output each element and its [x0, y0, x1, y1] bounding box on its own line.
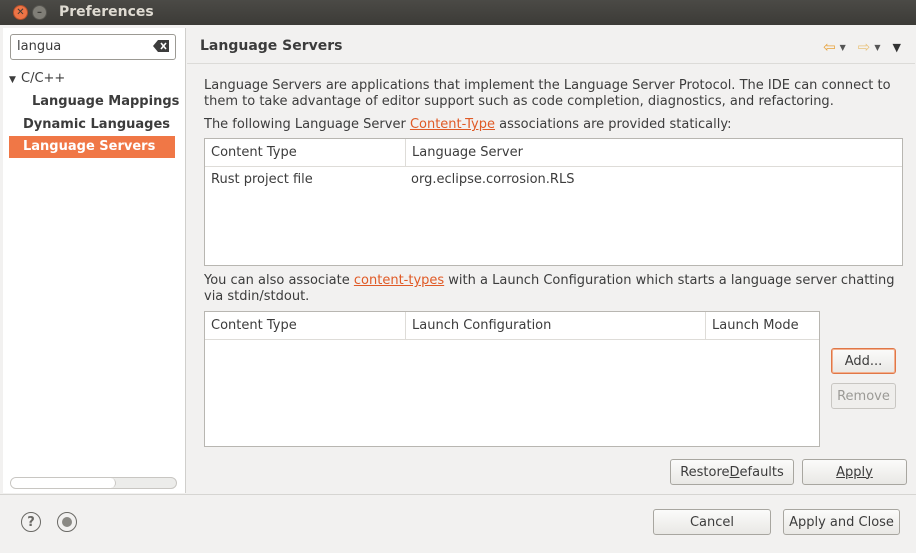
- static-associations-table[interactable]: Content Type Language Server Rust projec…: [204, 138, 903, 266]
- close-window-button[interactable]: ✕: [13, 5, 28, 20]
- content-types-link[interactable]: content-types: [354, 273, 444, 288]
- cell-content-type: Rust project file: [211, 172, 313, 187]
- intro-text-line-1: Language Servers are applications that i…: [204, 78, 891, 93]
- column-header-content-type[interactable]: Content Type: [205, 139, 406, 167]
- minimize-window-button[interactable]: –: [32, 5, 47, 20]
- launch-configurations-table[interactable]: Content Type Launch Configuration Launch…: [204, 311, 820, 447]
- table-header: Content Type Launch Configuration Launch…: [205, 312, 819, 340]
- launch-suffix: with a Launch Configuration which starts…: [444, 273, 895, 288]
- intro-text-line-2: them to take advantage of editor support…: [204, 94, 834, 109]
- footer-separator: [0, 494, 916, 495]
- window-titlebar: ✕ – Preferences: [0, 0, 916, 25]
- column-header-launch-mode[interactable]: Launch Mode: [706, 312, 820, 340]
- page-title: Language Servers: [200, 38, 343, 54]
- view-menu-icon[interactable]: ▼: [893, 41, 901, 54]
- back-history-dropdown-icon[interactable]: ▼: [840, 43, 846, 52]
- tree-horizontal-scrollbar[interactable]: [10, 477, 177, 489]
- cancel-button[interactable]: Cancel: [653, 509, 771, 535]
- expand-triangle-icon[interactable]: ▼: [9, 69, 21, 91]
- content-type-link[interactable]: Content-Type: [410, 117, 495, 132]
- cell-language-server: org.eclipse.corrosion.RLS: [411, 172, 575, 187]
- tree-item-language-mappings[interactable]: Language Mappings: [32, 91, 179, 113]
- tree-item-c-cpp[interactable]: ▼ C/C++: [9, 68, 179, 90]
- static-associations-text: The following Language Server Content-Ty…: [204, 117, 732, 134]
- apply-button[interactable]: Apply: [802, 459, 907, 485]
- launch-prefix: You can also associate: [204, 273, 354, 288]
- tree-item-label: Dynamic Languages: [23, 117, 171, 132]
- window-title: Preferences: [59, 4, 154, 20]
- filter-input[interactable]: langua: [10, 34, 176, 60]
- remove-button[interactable]: Remove: [831, 383, 896, 409]
- static-prefix: The following Language Server: [204, 117, 410, 132]
- restore-label-mnemonic: D: [729, 464, 740, 480]
- tree-item-label: C/C++: [21, 71, 66, 86]
- tree-item-label: Language Mappings: [32, 94, 180, 109]
- page-navigation: ⇦ ▼ ⇨ ▼ ▼: [823, 38, 901, 56]
- tree-item-dynamic-languages[interactable]: Dynamic Languages: [23, 114, 170, 136]
- record-dot: [62, 517, 72, 527]
- tree-item-language-servers[interactable]: Language Servers: [9, 136, 175, 158]
- launch-associations-text-line-2: via stdin/stdout.: [204, 289, 310, 304]
- page-header: Language Servers ⇦ ▼ ⇨ ▼ ▼: [187, 28, 915, 64]
- column-header-launch-configuration[interactable]: Launch Configuration: [406, 312, 706, 340]
- table-header: Content Type Language Server: [205, 139, 902, 167]
- apply-label: Apply: [836, 464, 873, 480]
- back-arrow-icon[interactable]: ⇦: [823, 38, 836, 56]
- restore-defaults-button[interactable]: Restore Defaults: [670, 459, 794, 485]
- static-suffix: associations are provided statically:: [495, 117, 732, 132]
- restore-label-pre: Restore: [680, 464, 730, 480]
- scrollbar-thumb[interactable]: [11, 478, 116, 488]
- close-icon: ✕: [16, 6, 25, 18]
- add-button[interactable]: Add...: [831, 348, 896, 374]
- tree-item-label: Language Servers: [23, 139, 156, 154]
- clear-filter-icon[interactable]: [153, 40, 169, 52]
- help-icon[interactable]: ?: [21, 512, 41, 532]
- restore-label-post: efaults: [739, 464, 784, 480]
- launch-associations-text: You can also associate content-types wit…: [204, 273, 895, 290]
- preferences-tree-pane: langua ▼ C/C++ Language Mappings Dynamic …: [3, 28, 186, 493]
- apply-and-close-button[interactable]: Apply and Close: [783, 509, 900, 535]
- record-macro-icon[interactable]: [57, 512, 77, 532]
- column-header-language-server[interactable]: Language Server: [406, 139, 903, 167]
- column-header-content-type[interactable]: Content Type: [205, 312, 406, 340]
- forward-arrow-icon[interactable]: ⇨: [858, 38, 871, 56]
- minimize-icon: –: [37, 6, 42, 18]
- forward-history-dropdown-icon[interactable]: ▼: [874, 43, 880, 52]
- filter-value: langua: [17, 39, 62, 54]
